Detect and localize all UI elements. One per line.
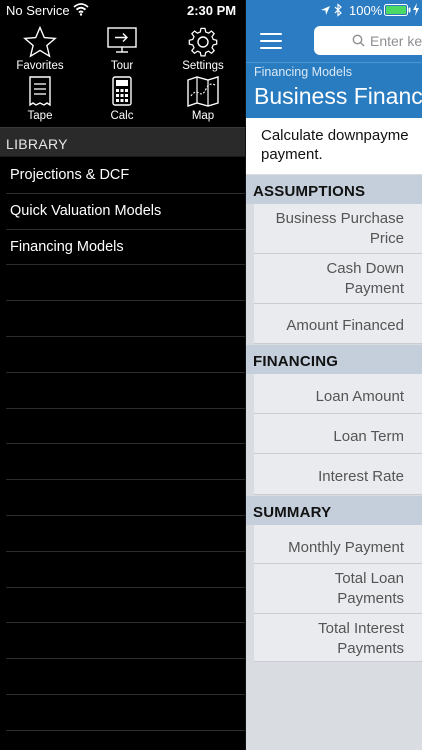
status-bar-right: 100% <box>246 3 422 19</box>
field-label: Total Interest Payments <box>318 620 404 657</box>
breadcrumb[interactable]: Financing Models <box>254 65 352 79</box>
tour-button[interactable]: Tour <box>82 26 162 76</box>
page-title: Business Financ <box>254 83 422 109</box>
empty-row <box>6 659 245 695</box>
empty-row <box>6 373 245 409</box>
section-header-financing: FINANCING <box>246 345 422 374</box>
sidebar: No Service 2:30 PM Favorites Tour Settin… <box>0 0 245 750</box>
status-bar-left: No Service 2:30 PM <box>0 0 245 22</box>
bluetooth-icon <box>334 3 343 20</box>
battery-percent: 100% <box>349 3 383 18</box>
field-row-loan-amount[interactable]: Loan Amount <box>254 374 422 414</box>
field-label: Cash Down Payment <box>326 260 404 297</box>
library-item-label: Projections & DCF <box>10 167 130 183</box>
map-button[interactable]: Map <box>163 76 243 126</box>
field-label: Monthly Payment <box>288 539 404 556</box>
panel-background <box>246 662 422 750</box>
field-row-amount-financed[interactable]: Amount Financed <box>254 304 422 344</box>
tour-icon <box>82 26 162 58</box>
search-icon <box>352 34 365 52</box>
field-label: Loan Term <box>333 428 404 445</box>
field-label: Amount Financed <box>286 317 404 334</box>
calc-button[interactable]: Calc <box>82 76 162 126</box>
wifi-icon <box>73 2 89 19</box>
empty-row <box>6 552 245 588</box>
field-row-cash-down-payment[interactable]: Cash Down Payment <box>254 254 422 304</box>
calculator-icon <box>82 76 162 108</box>
library-list: Projections & DCF Quick Valuation Models… <box>0 158 245 731</box>
library-item-label: Financing Models <box>10 238 124 255</box>
tour-label: Tour <box>110 60 134 72</box>
battery-icon <box>384 4 411 19</box>
field-row-total-interest-payments[interactable]: Total Interest Payments <box>254 614 422 662</box>
favorites-label: Favorites <box>16 60 64 72</box>
library-item-financing-models[interactable]: Financing Models <box>6 230 245 266</box>
tape-button[interactable]: Tape <box>0 76 80 126</box>
empty-row <box>6 588 245 624</box>
field-row-interest-rate[interactable]: Interest Rate <box>254 454 422 495</box>
empty-row <box>6 480 245 516</box>
carrier-label: No Service <box>6 3 70 18</box>
library-item-quick-valuation[interactable]: Quick Valuation Models <box>6 194 245 230</box>
empty-row <box>6 265 245 302</box>
charging-icon <box>412 3 420 19</box>
empty-row <box>6 623 245 660</box>
empty-row <box>6 409 245 445</box>
settings-button[interactable]: Settings <box>163 26 243 76</box>
empty-row <box>6 516 245 552</box>
library-item-projections-dcf[interactable]: Projections & DCF <box>6 158 245 194</box>
search-bar[interactable] <box>314 26 422 55</box>
model-title-bar: Financing Models Business Financ <box>246 62 422 118</box>
map-icon <box>163 76 243 108</box>
field-row-business-purchase-price[interactable]: Business Purchase Price <box>254 204 422 254</box>
library-header: LIBRARY <box>0 127 245 157</box>
field-label: Total Loan Payments <box>334 570 404 607</box>
search-input[interactable] <box>370 31 422 51</box>
description-text: Calculate downpayme payment. <box>261 127 409 163</box>
calc-label: Calc <box>110 110 134 122</box>
settings-label: Settings <box>182 60 224 72</box>
model-panel: 100% Financing Models Business Financ Ca… <box>245 0 422 750</box>
field-label: Interest Rate <box>318 468 404 485</box>
empty-row <box>6 337 245 373</box>
location-icon <box>320 4 331 19</box>
field-label: Loan Amount <box>315 388 404 405</box>
field-row-loan-term[interactable]: Loan Term <box>254 414 422 454</box>
section-header-summary: SUMMARY <box>246 496 422 525</box>
tape-icon <box>0 76 80 108</box>
favorites-button[interactable]: Favorites <box>0 26 80 76</box>
empty-row <box>6 695 245 731</box>
section-header-assumptions: ASSUMPTIONS <box>246 175 422 204</box>
empty-row <box>6 444 245 481</box>
status-time: 2:30 PM <box>187 3 237 18</box>
hamburger-icon[interactable] <box>260 33 282 49</box>
model-description: Calculate downpayme payment. <box>246 118 422 174</box>
field-row-total-loan-payments[interactable]: Total Loan Payments <box>254 564 422 614</box>
top-navigation-bar: 100% <box>246 0 422 62</box>
library-item-label: Quick Valuation Models <box>10 202 162 219</box>
map-label: Map <box>191 110 215 122</box>
field-row-monthly-payment[interactable]: Monthly Payment <box>254 525 422 564</box>
field-label: Business Purchase Price <box>275 210 404 247</box>
empty-row <box>6 301 245 337</box>
tape-label: Tape <box>27 110 53 122</box>
gear-icon <box>163 26 243 58</box>
star-icon <box>0 26 80 58</box>
